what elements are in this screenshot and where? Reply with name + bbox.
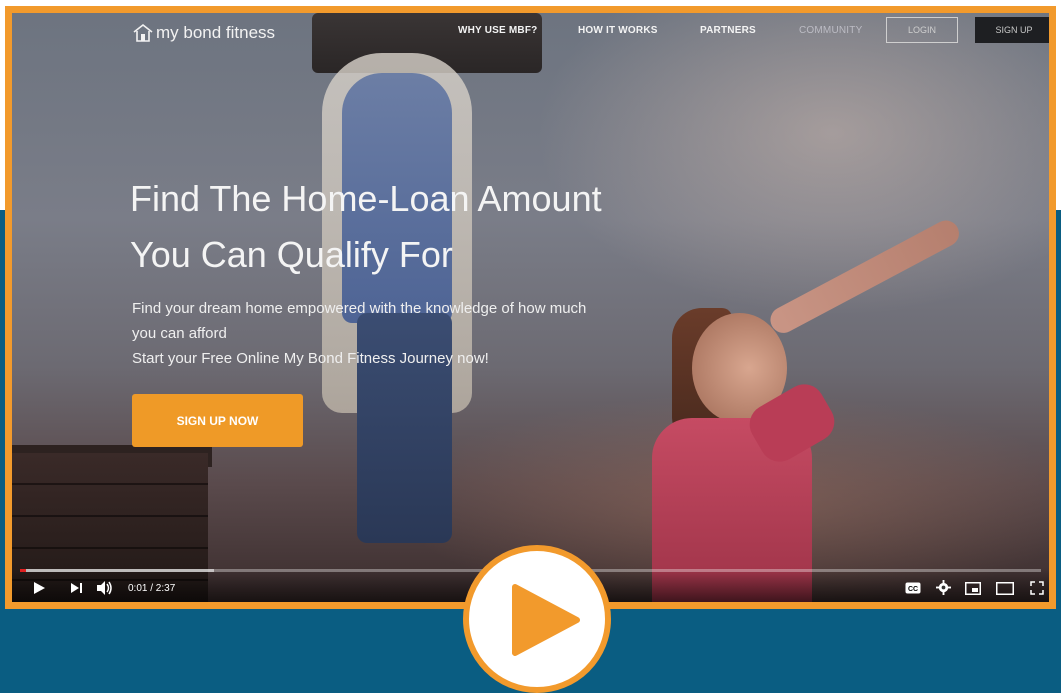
big-play-icon xyxy=(512,584,580,656)
video-player[interactable]: my bond fitness WHY USE MBF? HOW IT WORK… xyxy=(5,6,1056,609)
nav-how-it-works[interactable]: HOW IT WORKS xyxy=(578,25,658,36)
next-icon[interactable] xyxy=(70,581,84,595)
big-play-button[interactable] xyxy=(463,545,611,693)
signup-button[interactable]: SIGN UP xyxy=(975,17,1049,43)
fullscreen-icon[interactable] xyxy=(1030,581,1044,595)
svg-text:CC: CC xyxy=(908,586,918,593)
sign-up-now-button[interactable]: SIGN UP NOW xyxy=(132,394,303,447)
nav-partners[interactable]: PARTNERS xyxy=(700,25,756,36)
hero-subtitle: Find your dream home empowered with the … xyxy=(132,296,752,371)
login-button[interactable]: LOGIN xyxy=(886,17,958,43)
hero-subtitle-line1: Find your dream home empowered with the … xyxy=(132,300,587,317)
play-icon[interactable] xyxy=(32,581,46,595)
progress-played xyxy=(20,569,27,572)
nav-community[interactable]: COMMUNITY xyxy=(799,25,862,36)
site-nav: my bond fitness WHY USE MBF? HOW IT WORK… xyxy=(12,13,1049,51)
time-display: 0:01 / 2:37 xyxy=(128,583,176,594)
hero-subtitle-line2: you can afford xyxy=(132,325,227,342)
hero-title-line2: You Can Qualify For xyxy=(130,234,453,275)
theater-mode-icon[interactable] xyxy=(996,582,1014,595)
logo[interactable]: my bond fitness xyxy=(132,23,275,43)
hero-title-line1: Find The Home-Loan Amount xyxy=(130,178,602,219)
captions-icon[interactable]: CC xyxy=(905,582,921,594)
hero-subtitle-line3: Start your Free Online My Bond Fitness J… xyxy=(132,350,489,367)
progress-buffered xyxy=(20,569,214,572)
miniplayer-icon[interactable] xyxy=(965,582,981,595)
nav-why-use-mbf[interactable]: WHY USE MBF? xyxy=(458,25,537,36)
settings-gear-icon[interactable] xyxy=(936,580,951,595)
hero-title: Find The Home-Loan Amount You Can Qualif… xyxy=(130,171,830,283)
logo-text: my bond fitness xyxy=(156,23,276,42)
house-logo-icon xyxy=(133,23,153,42)
volume-icon[interactable] xyxy=(96,580,114,596)
